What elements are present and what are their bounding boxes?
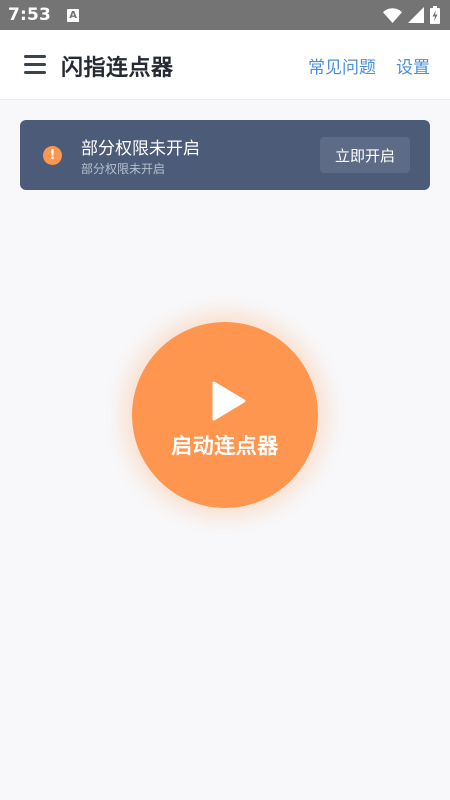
app-bar-actions: 常见问题 设置 bbox=[308, 53, 430, 78]
start-button-label: 启动连点器 bbox=[171, 434, 279, 458]
play-icon bbox=[212, 381, 246, 421]
start-clicker-button[interactable]: 启动连点器 bbox=[132, 322, 318, 508]
app-screen: 7:53 A 闪指连点器 常见问题 设置 ! 部分权限未开启 部分权限未开启 立… bbox=[0, 0, 450, 800]
enable-now-button[interactable]: 立即开启 bbox=[320, 137, 410, 173]
status-left: 7:53 A bbox=[8, 5, 80, 25]
app-title: 闪指连点器 bbox=[61, 56, 174, 81]
alert-icon: ! bbox=[43, 146, 62, 165]
settings-link[interactable]: 设置 bbox=[396, 53, 430, 78]
hamburger-menu-icon[interactable] bbox=[24, 54, 46, 74]
banner-subtitle: 部分权限未开启 bbox=[81, 162, 166, 176]
status-bar: 7:53 A bbox=[0, 0, 450, 30]
notification-app-icon: A bbox=[67, 8, 80, 22]
app-bar: 闪指连点器 常见问题 设置 bbox=[0, 30, 450, 100]
faq-link[interactable]: 常见问题 bbox=[308, 53, 376, 78]
battery-charging-icon bbox=[430, 6, 440, 24]
status-time: 7:53 bbox=[8, 5, 52, 25]
wifi-icon bbox=[383, 7, 402, 23]
permission-banner: ! 部分权限未开启 部分权限未开启 立即开启 bbox=[20, 120, 430, 190]
banner-title: 部分权限未开启 bbox=[81, 139, 200, 159]
signal-icon bbox=[408, 7, 424, 23]
status-icons bbox=[383, 6, 440, 24]
